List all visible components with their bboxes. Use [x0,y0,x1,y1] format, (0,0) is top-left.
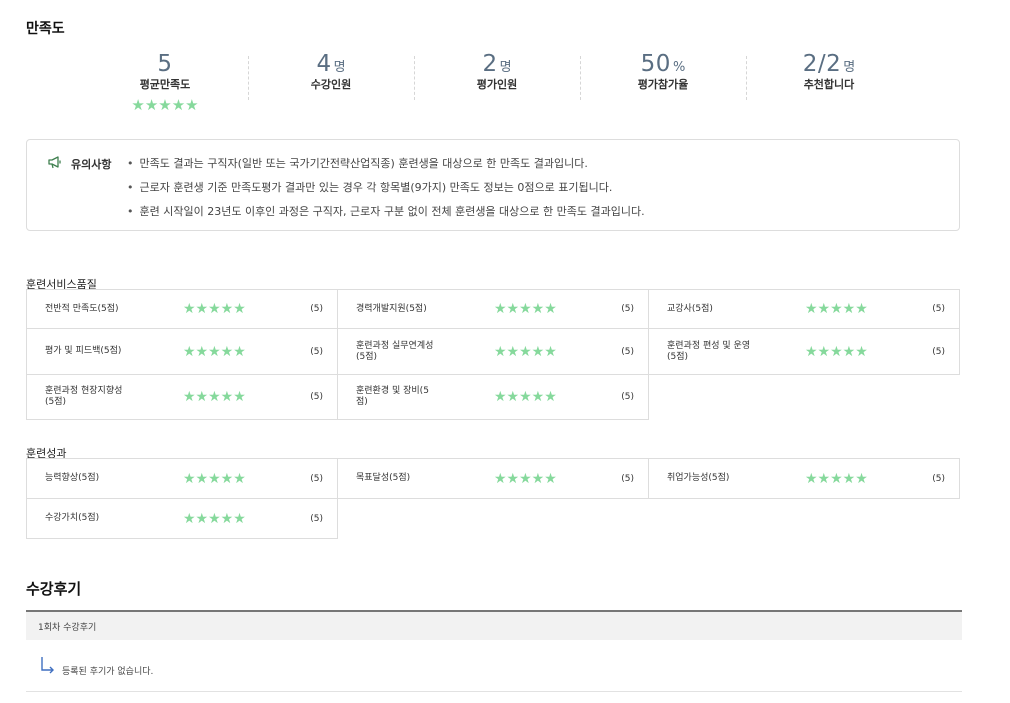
stat-average: 5 평균만족도 ★★★★★ [82,50,248,120]
rating-item-name: 경력개발지원(5점) [356,303,427,314]
rating-score: (5) [310,346,323,357]
rating-cell: 능력향상(5점) ★★★★★ (5) [26,458,338,499]
stat-evaluators-value: 2 [482,51,498,77]
empty-cell [648,374,960,420]
empty-cell [649,499,960,539]
stat-enrolled-value: 4 [316,51,332,77]
stat-average-value: 5 [157,51,173,77]
rating-item-name: 전반적 만족도(5점) [45,303,119,314]
reviews-title: 수강후기 [26,580,82,598]
stat-recommend: 2/2 명 추천합니다 [746,50,912,120]
rating-score: (5) [310,473,323,484]
rating-score: (5) [310,392,323,402]
empty-cell [337,498,649,539]
notice-box: 유의사항 만족도 결과는 구직자(일반 또는 국가기간전략산업직종) 훈련생을 … [26,139,960,231]
rating-score: (5) [932,346,945,357]
rating-stars: ★★★★★ [183,389,246,405]
rating-item-name: 훈련과정 편성 및 운영(5점) [667,340,751,362]
rating-stars: ★★★★★ [494,343,557,360]
rating-cell: 수강가치(5점) ★★★★★ (5) [26,498,338,539]
satisfaction-title: 만족도 [26,21,65,37]
rating-item-name: 훈련과정 현장지향성(5점) [45,386,123,407]
rating-score: (5) [621,304,634,314]
stat-evaluators: 2명 평가인원 [414,50,580,120]
stat-participation-label: 평가참가율 [637,78,689,91]
rating-item-name: 교강사(5점) [667,303,713,314]
rating-cell: 훈련과정 현장지향성(5점) ★★★★★ (5) [26,374,338,420]
megaphone-icon [47,154,63,173]
rating-stars: ★★★★★ [494,301,557,317]
stat-recommend-value: 2/2 [802,51,842,77]
rating-cell: 목표달성(5점) ★★★★★ (5) [337,458,649,499]
rating-score: (5) [621,346,634,357]
rating-score: (5) [621,392,634,402]
stat-enrolled: 4명 수강인원 [248,50,414,120]
rating-item-name: 수강가치(5점) [45,513,100,523]
rating-cell: 경력개발지원(5점) ★★★★★ (5) [337,289,649,329]
rating-cell: 훈련과정 편성 및 운영(5점) ★★★★★ (5) [648,328,960,375]
stat-evaluators-unit: 명 [499,60,512,75]
notice-item: 만족도 결과는 구직자(일반 또는 국가기간전략산업직종) 훈련생을 대상으로 … [127,152,645,176]
rating-cell: 훈련환경 및 장비(5점) ★★★★★ (5) [337,374,649,420]
satisfaction-stats: 5 평균만족도 ★★★★★ 4명 수강인원 2명 평가인원 50% 평가참가율 … [82,50,912,120]
rating-grid-service-quality: 전반적 만족도(5점) ★★★★★ (5) 경력개발지원(5점) ★★★★★ (… [26,289,962,420]
review-divider [26,691,962,692]
stat-average-stars: ★★★★★ [131,96,199,114]
rating-stars: ★★★★★ [805,301,868,317]
rating-item-name: 목표달성(5점) [356,473,411,483]
rating-item-name: 훈련과정 실무연계성(5점) [356,340,434,362]
stat-evaluators-label: 평가인원 [476,78,518,91]
stat-participation-unit: % [672,60,686,75]
rating-stars: ★★★★★ [183,301,246,317]
notice-header: 유의사항 [47,154,111,173]
review-empty-text: 등록된 후기가 없습니다. [62,667,154,677]
rating-score: (5) [310,513,323,524]
stat-enrolled-label: 수강인원 [310,78,352,91]
rating-item-name: 훈련환경 및 장비(5점) [356,386,429,407]
rating-score: (5) [932,473,945,484]
stat-average-label: 평균만족도 [139,78,191,91]
notice-label: 유의사항 [71,157,112,171]
stat-participation-value: 50 [640,51,671,77]
stat-recommend-unit: 명 [843,60,856,75]
rating-cell: 훈련과정 실무연계성(5점) ★★★★★ (5) [337,328,649,375]
rating-item-name: 능력향상(5점) [45,473,100,483]
rating-score: (5) [310,304,323,314]
rating-stars: ★★★★★ [183,343,246,360]
rating-cell: 전반적 만족도(5점) ★★★★★ (5) [26,289,338,329]
rating-score: (5) [932,304,945,314]
stat-participation: 50% 평가참가율 [580,50,746,120]
rating-score: (5) [621,473,634,484]
review-round-header: 1회차 수강후기 [26,610,962,640]
rating-grid-training-outcome: 능력향상(5점) ★★★★★ (5) 목표달성(5점) ★★★★★ (5) 취업… [26,458,962,539]
notice-item: 근로자 훈련생 기준 만족도평가 결과만 있는 경우 각 항목별(9가지) 만족… [127,176,645,200]
rating-stars: ★★★★★ [805,470,868,487]
rating-cell: 취업가능성(5점) ★★★★★ (5) [648,458,960,499]
rating-item-name: 취업가능성(5점) [667,473,730,483]
rating-cell: 교강사(5점) ★★★★★ (5) [648,289,960,329]
notice-list: 만족도 결과는 구직자(일반 또는 국가기간전략산업직종) 훈련생을 대상으로 … [127,152,645,224]
notice-item: 훈련 시작일이 23년도 이후인 과정은 구직자, 근로자 구분 없이 전체 훈… [127,200,645,224]
review-empty: 등록된 후기가 없습니다. [40,656,153,677]
rating-stars: ★★★★★ [805,343,868,360]
rating-stars: ★★★★★ [494,389,557,405]
stat-enrolled-unit: 명 [333,60,346,75]
rating-cell: 평가 및 피드백(5점) ★★★★★ (5) [26,328,338,375]
review-round-label: 1회차 수강후기 [38,623,97,633]
reply-arrow-icon [40,656,56,677]
rating-stars: ★★★★★ [494,470,557,487]
rating-item-name: 평가 및 피드백(5점) [45,346,122,356]
rating-stars: ★★★★★ [183,470,246,487]
stat-recommend-label: 추천합니다 [803,78,855,91]
rating-stars: ★★★★★ [183,510,246,527]
